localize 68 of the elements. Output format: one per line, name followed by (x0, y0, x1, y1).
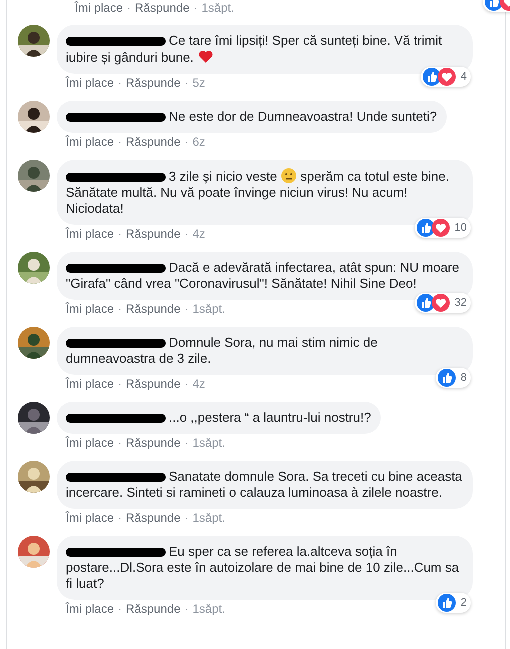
action-link[interactable]: Îmi place (66, 227, 114, 241)
love-icon (432, 219, 450, 237)
action-link[interactable]: Răspunde (126, 135, 181, 149)
like-icon (416, 294, 435, 312)
action-link[interactable]: Răspunde (126, 76, 181, 90)
action-link[interactable]: Răspunde (135, 1, 190, 14)
timestamp[interactable]: 1săpt. (192, 511, 226, 525)
timestamp[interactable]: 1săpt. (202, 1, 234, 14)
action-link[interactable]: Răspunde (126, 302, 181, 316)
separator-dot: · (118, 436, 122, 450)
separator-dot: · (127, 1, 132, 14)
timestamp[interactable]: 1săpt. (192, 302, 226, 316)
separator-dot: · (118, 602, 122, 616)
comment-text: Ne este dor de Dumneavoastra! Unde sunteti? (66, 109, 438, 125)
separator-dot: · (184, 511, 189, 525)
comment-text: Eu sper ca se referea la.altceva soția în postare...Dl.Sora este în autoizolare de mai bine de 10 zile...Cum sa fi luat? (66, 544, 460, 592)
action-link[interactable]: Îmi place (66, 436, 114, 450)
like-icon (438, 594, 456, 612)
action-link[interactable]: Răspunde (126, 511, 181, 525)
action-link[interactable]: Îmi place (66, 602, 114, 616)
separator-dot: · (184, 436, 189, 450)
separator-dot: · (184, 377, 189, 391)
separator-dot: · (118, 135, 122, 149)
reaction-badge[interactable]: 10 (414, 218, 471, 238)
like-icon (438, 369, 456, 387)
separator-dot: · (118, 511, 122, 525)
action-link[interactable]: Răspunde (126, 377, 181, 391)
love-icon (432, 294, 450, 312)
separator-dot: · (184, 302, 189, 316)
action-link[interactable]: Îmi place (66, 302, 114, 316)
reaction-badge[interactable]: 8 (436, 368, 471, 388)
reaction-badge[interactable]: 4 (420, 67, 471, 87)
comment-text: Domnule Sora, nu mai stim nimic de dumneavoastra de 3 zile. (66, 335, 379, 367)
timestamp[interactable]: 4z (192, 227, 206, 241)
timestamp[interactable]: 1săpt. (192, 602, 226, 616)
heart-icon (198, 49, 214, 65)
action-link[interactable]: Răspunde (126, 436, 181, 450)
comment-text: Sanatate domnule Sora. Sa treceti cu bine aceasta incercare. Sinteti si ramineti o calauza luminoasa à zilele noastre. (66, 469, 463, 501)
comment-text: Ce tare îmi lipsiți! Sper că sunteți bine. Vă trimit iubire și gânduri bune. (66, 33, 444, 66)
like-icon (416, 219, 435, 237)
like-icon (422, 68, 441, 86)
action-link[interactable]: Îmi place (66, 135, 114, 149)
separator-dot: · (184, 602, 189, 616)
action-link[interactable]: Îmi place (66, 511, 114, 525)
action-link[interactable]: Îmi place (75, 1, 124, 14)
reaction-badge[interactable]: 32 (414, 293, 471, 313)
separator-dot: · (194, 1, 198, 14)
timestamp[interactable]: 5z (192, 76, 206, 90)
reaction-badge[interactable]: 2 (436, 593, 471, 613)
comment-text: 3 zile și nicio veste sperăm ca totul este bine. Sănătate multă. Nu vă poate învinge niciun virus! Nu acum! Niciodata! (66, 168, 450, 217)
comment-text: ...o ,,pestera “ a launtru-lui nostru!? (66, 410, 372, 426)
timestamp[interactable]: 6z (192, 135, 206, 149)
separator-dot: · (118, 377, 122, 391)
action-link[interactable]: Răspunde (126, 602, 181, 616)
comment-text: Dacă e adevărată infectarea, atât spun: NU moare "Girafa" când vrea "Coronavirusul"! Sănătate! Nihil Sine Deo! (66, 260, 460, 292)
separator-dot: · (118, 227, 122, 241)
timestamp[interactable]: 1săpt. (192, 436, 226, 450)
action-link[interactable]: Îmi place (66, 76, 114, 90)
separator-dot: · (184, 76, 189, 90)
timestamp[interactable]: 4z (192, 377, 206, 391)
separator-dot: · (118, 302, 122, 316)
separator-dot: · (118, 76, 122, 90)
emoji-icon (281, 168, 297, 184)
love-icon (438, 68, 456, 86)
separator-dot: · (184, 135, 189, 149)
action-link[interactable]: Îmi place (66, 377, 114, 391)
action-link[interactable]: Răspunde (126, 227, 181, 241)
separator-dot: · (184, 227, 189, 241)
